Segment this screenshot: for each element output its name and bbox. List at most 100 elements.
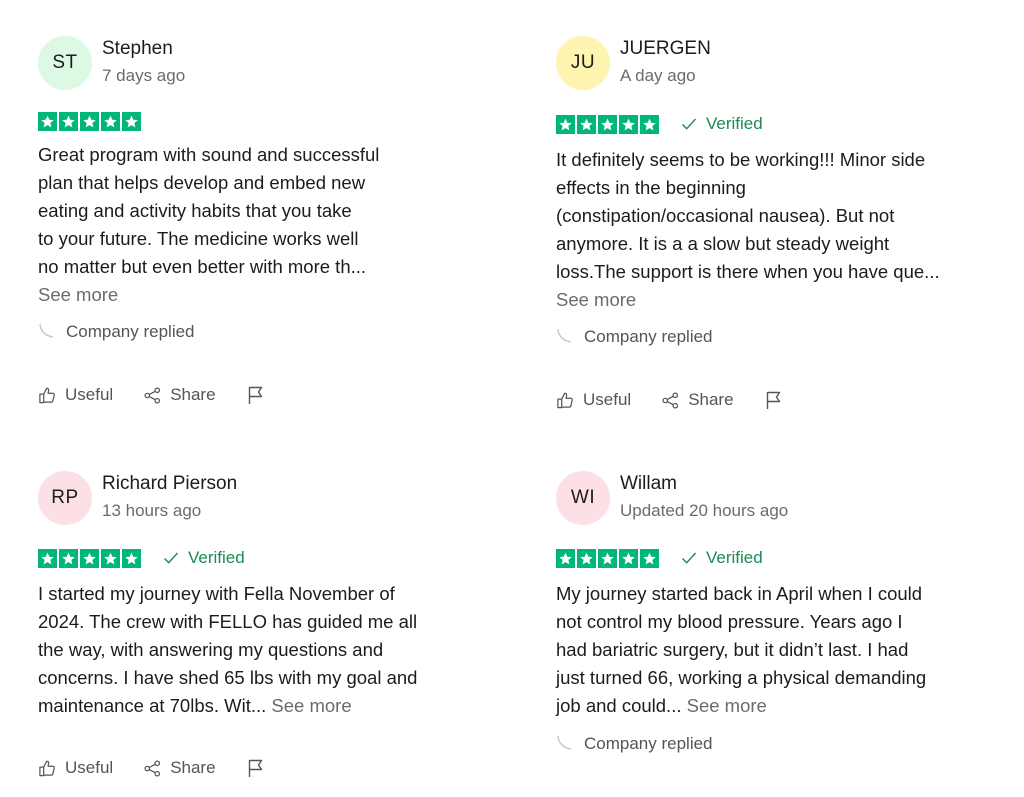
review-text-line: not control my blood pressure. Years ago…: [556, 611, 903, 632]
checkmark-icon: [682, 552, 697, 564]
useful-button[interactable]: Useful: [38, 758, 113, 778]
share-label: Share: [170, 385, 216, 404]
review-text: My journey started back in April when I …: [556, 580, 926, 720]
review-text-line: concerns. I have shed 65 lbs with my goa…: [38, 667, 418, 688]
report-button[interactable]: [246, 385, 274, 405]
avatar[interactable]: ST: [38, 36, 92, 90]
company-replied[interactable]: Company replied: [38, 322, 195, 342]
report-button[interactable]: [764, 390, 792, 410]
review-header: WI Willam Updated 20 hours ago: [556, 471, 996, 531]
review-text-line: effects in the beginning: [556, 177, 746, 198]
rating-row: Verified: [38, 548, 245, 568]
review-actions: Useful Share: [38, 758, 304, 778]
star-icon: [101, 112, 120, 131]
star-rating: [556, 114, 659, 134]
review-header: RP Richard Pierson 13 hours ago: [38, 471, 478, 531]
useful-label: Useful: [583, 390, 632, 409]
star-icon: [640, 548, 659, 568]
see-more-link[interactable]: See more: [271, 695, 351, 716]
company-replied[interactable]: Company replied: [556, 734, 713, 754]
useful-button[interactable]: Useful: [38, 385, 113, 405]
reply-curve-icon: [39, 323, 54, 338]
rating-row: Verified: [556, 548, 763, 568]
review-header: ST Stephen 7 days ago: [38, 36, 478, 96]
review-date: Updated 20 hours ago: [620, 501, 789, 520]
useful-button[interactable]: Useful: [556, 390, 631, 410]
avatar[interactable]: JU: [556, 36, 610, 90]
verified-badge[interactable]: Verified: [681, 114, 763, 134]
star-icon: [619, 114, 638, 134]
star-icon: [38, 548, 57, 568]
reviewer-name[interactable]: Stephen: [102, 38, 173, 60]
avatar[interactable]: RP: [38, 471, 92, 525]
star-icon: [577, 114, 596, 134]
share-button[interactable]: Share: [143, 758, 216, 778]
reviewer-name[interactable]: JUERGEN: [620, 38, 711, 60]
star-icon: [577, 548, 596, 568]
share-button[interactable]: Share: [143, 385, 216, 405]
review-text: Great program with sound and successful …: [38, 141, 379, 309]
review-text-line: maintenance at 70lbs. Wit... See more: [38, 692, 417, 720]
checkmark-icon: [682, 118, 697, 130]
star-icon: [122, 112, 141, 131]
avatar[interactable]: WI: [556, 471, 610, 525]
verified-badge[interactable]: Verified: [681, 548, 763, 568]
rating-row: [38, 112, 141, 131]
review-card: ST Stephen 7 days ago Great program with…: [38, 36, 478, 404]
company-replied[interactable]: Company replied: [556, 327, 713, 347]
star-icon: [80, 112, 99, 131]
review-text-last: maintenance at 70lbs. Wit...: [38, 695, 267, 716]
review-actions: Useful Share: [556, 390, 822, 410]
review-date: 13 hours ago: [102, 501, 202, 520]
review-text-line: eating and activity habits that you take: [38, 200, 352, 221]
see-more-link[interactable]: See more: [687, 695, 767, 716]
star-icon: [59, 112, 78, 131]
star-icon: [101, 548, 120, 568]
company-replied-label: Company replied: [584, 327, 713, 346]
company-replied-label: Company replied: [584, 734, 713, 753]
star-rating: [38, 548, 141, 568]
see-more-link[interactable]: See more: [556, 286, 940, 314]
thumbs-up-icon: [557, 392, 573, 408]
review-date: A day ago: [620, 66, 696, 85]
star-icon: [640, 114, 659, 134]
star-icon: [619, 548, 638, 568]
review-text-line: had bariatric surgery, but it didn’t las…: [556, 639, 909, 660]
review-text-line: no matter but even better with more th..…: [38, 256, 367, 277]
review-text-last: job and could...: [556, 695, 682, 716]
star-rating: [556, 548, 659, 568]
star-icon: [556, 548, 575, 568]
flag-icon: [248, 759, 262, 777]
verified-badge[interactable]: Verified: [163, 548, 245, 568]
reviewer-name[interactable]: Richard Pierson: [102, 473, 237, 495]
share-label: Share: [170, 758, 216, 777]
review-date: 7 days ago: [102, 66, 186, 85]
verified-label: Verified: [706, 548, 763, 567]
review-text-line: 2024. The crew with FELLO has guided me …: [38, 611, 418, 632]
review-card: JU JUERGEN A day ago Verified It definit…: [556, 36, 996, 409]
review-text-line: I started my journey with Fella November…: [38, 583, 395, 604]
thumbs-up-icon: [39, 760, 55, 776]
star-icon: [38, 112, 57, 131]
report-button[interactable]: [246, 758, 274, 778]
reviewer-name[interactable]: Willam: [620, 473, 677, 495]
verified-label: Verified: [706, 114, 763, 133]
review-text: I started my journey with Fella November…: [38, 580, 417, 720]
review-card: RP Richard Pierson 13 hours ago Verified…: [38, 471, 478, 777]
review-text-line: just turned 66, working a physical deman…: [556, 667, 927, 688]
review-text-line: plan that helps develop and embed new: [38, 172, 366, 193]
checkmark-icon: [164, 552, 179, 564]
review-text-line: Great program with sound and successful: [38, 144, 380, 165]
review-text-line: job and could... See more: [556, 692, 926, 720]
verified-label: Verified: [188, 548, 245, 567]
review-text-line: anymore. It is a a slow but steady weigh…: [556, 233, 890, 254]
share-button[interactable]: Share: [661, 390, 734, 410]
review-text-line: It definitely seems to be working!!! Min…: [556, 149, 926, 170]
review-text-line: the way, with answering my questions and: [38, 639, 384, 660]
see-more-link[interactable]: See more: [38, 281, 379, 309]
share-icon: [662, 391, 679, 409]
share-label: Share: [688, 390, 734, 409]
rating-row: Verified: [556, 114, 763, 134]
review-actions: Useful Share: [38, 385, 304, 405]
review-card: WI Willam Updated 20 hours ago Verified …: [556, 471, 996, 753]
